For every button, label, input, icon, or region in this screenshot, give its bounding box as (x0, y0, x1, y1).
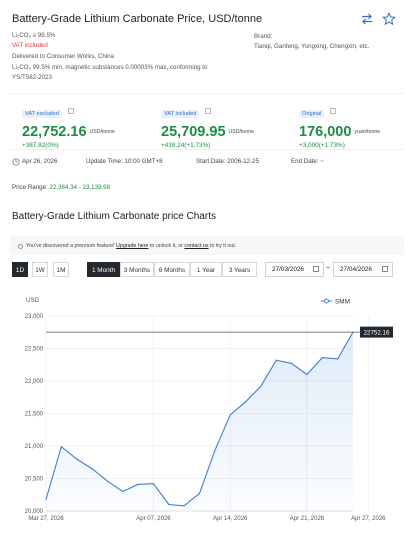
data-point (306, 373, 308, 376)
data-point (291, 362, 293, 365)
data-point (152, 483, 155, 485)
range-1-year-button[interactable]: 1 Year (190, 262, 222, 277)
info-icon[interactable] (205, 107, 212, 114)
price-badge: VAT included (161, 110, 200, 118)
x-tick-label: Apr 27, 2026 (351, 516, 386, 522)
brand-label: Brand: (254, 33, 273, 40)
price-badge: VAT excluded (22, 110, 62, 118)
data-point (60, 446, 62, 448)
data-point (91, 468, 93, 470)
price-card-vat-included: VAT included 25,709.95 USD/tonne +438.24(… (161, 102, 254, 149)
y-axis-unit: USD (26, 297, 40, 304)
granularity-1m-button[interactable]: 1M (53, 262, 69, 277)
charts-section-title: Battery-Grade Lithium Carbonate price Ch… (12, 211, 216, 222)
price-change: +3,000(+1.73%) (299, 142, 345, 149)
data-point (214, 449, 216, 452)
calendar-icon (313, 266, 319, 272)
legend-label: SMM (335, 299, 350, 306)
y-tick-label: 22,500 (25, 347, 44, 353)
data-point (106, 480, 108, 482)
date-to-input[interactable]: 27/04/2026 (333, 262, 393, 277)
price-unit: USD/tonne (228, 129, 254, 135)
y-tick-label: 20,500 (25, 477, 44, 483)
vat-note: VAT included (12, 42, 48, 49)
info-icon (18, 244, 23, 249)
update-time: Update Time: 10:00 GMT+8 (86, 158, 163, 165)
price-date: Apr 26, 2026 (22, 158, 58, 165)
price-value: 176,000 (299, 124, 352, 140)
spec-standard-code: YS/T582-2023 (12, 74, 52, 81)
granularity-1w-button[interactable]: 1W (32, 262, 48, 277)
data-point (168, 503, 170, 506)
page-title: Battery-Grade Lithium Carbonate Price, U… (12, 13, 263, 25)
clock-icon (12, 158, 20, 166)
data-point (337, 358, 339, 360)
price-chart-svg: 20,000 20,500 21,000 21,500 22,000 22,500 23,0… (10, 288, 404, 528)
data-point (122, 490, 124, 493)
y-tick-label: 21,500 (25, 412, 44, 418)
x-tick-label: Apr 07, 2026 (136, 516, 171, 522)
info-icon[interactable] (330, 107, 337, 114)
data-point (183, 505, 185, 507)
price-card-vat-excluded: VAT excluded 22,752.16 USD/tonne +387.82(… (22, 102, 115, 149)
y-tick-label: 23,000 (25, 314, 44, 320)
price-badge: Original (299, 110, 325, 118)
price-range: Price Range: 22,364.34 - 23,139.98 (12, 184, 110, 191)
compare-arrows-icon[interactable] (360, 12, 374, 26)
end-date: End Date: ~ (291, 158, 324, 165)
price-change: +387.82(0%) (22, 142, 59, 149)
data-point (321, 357, 323, 359)
star-outline-icon[interactable] (382, 12, 396, 26)
calendar-icon (382, 266, 388, 272)
notice-mid: to unlock it, or (149, 243, 183, 249)
upgrade-link[interactable]: Upgrade here (116, 243, 148, 249)
data-point (260, 385, 262, 387)
legend-marker (324, 298, 329, 304)
spec-purity: Li₂CO₃ ≥ 99.5% (12, 32, 56, 39)
x-tick-label: Mar 27, 2026 (28, 516, 64, 522)
price-range-label: Price Range: (12, 184, 48, 191)
range-6-months-button[interactable]: 6 Months (154, 262, 190, 277)
date-separator: ~ (326, 265, 331, 272)
info-icon[interactable] (67, 107, 74, 114)
data-point (198, 492, 201, 495)
data-point (275, 359, 277, 361)
price-unit: USD/tonne (89, 129, 115, 135)
date-from-input[interactable]: 27/03/2026 (265, 262, 324, 277)
price-card-original: Original 176,000 yuan/tonne +3,000(+1.73%… (299, 102, 380, 149)
spec-standard: Li₂CO₃ 99.5% min, magnetic substances 0.… (12, 64, 208, 71)
notice-suffix: to try it out. (210, 243, 237, 249)
y-tick-label: 21,000 (25, 444, 44, 450)
data-point (45, 498, 47, 500)
date-from-value: 27/03/2026 (272, 266, 304, 273)
range-1-month-button[interactable]: 1 Month (87, 262, 120, 277)
price-change: +438.24(+1.73%) (161, 142, 211, 149)
start-date: Start Date: 2006-12-25 (196, 158, 259, 165)
contact-us-link[interactable]: contact us (184, 243, 208, 249)
current-value-label: 22752.16 (364, 329, 390, 336)
divider (10, 149, 404, 150)
data-point (137, 483, 139, 485)
x-tick-label: Apr 21, 2026 (290, 516, 325, 522)
price-chart: 20,000 20,500 21,000 21,500 22,000 22,500 23,0… (10, 288, 404, 528)
x-tick-label: Apr 14, 2026 (213, 516, 248, 522)
data-point (76, 458, 78, 460)
price-unit: yuan/tonne (354, 129, 381, 135)
y-tick-label: 22,000 (25, 379, 44, 385)
date-to-value: 27/04/2026 (340, 266, 372, 273)
range-3-months-button[interactable]: 3 Months (120, 262, 154, 277)
price-range-value: 22,364.34 - 23,139.98 (49, 184, 111, 191)
premium-notice-text: You've discovered a premium feature! Upg… (26, 243, 236, 249)
brand-value: Tianqi, Ganfeng, Yongxing, Chengxin, etc… (254, 43, 370, 50)
granularity-1d-button[interactable]: 1D (12, 262, 28, 277)
price-value: 22,752.16 (22, 124, 87, 140)
y-tick-label: 20,000 (25, 509, 44, 515)
notice-prefix: You've discovered a premium feature! (26, 243, 115, 249)
data-point (244, 401, 247, 403)
range-3-years-button[interactable]: 3 Years (222, 262, 257, 277)
divider (10, 93, 404, 94)
price-value: 25,709.95 (161, 124, 226, 140)
spec-delivery: Delivered to Consumer Works, China (12, 53, 115, 60)
data-point (229, 414, 231, 416)
